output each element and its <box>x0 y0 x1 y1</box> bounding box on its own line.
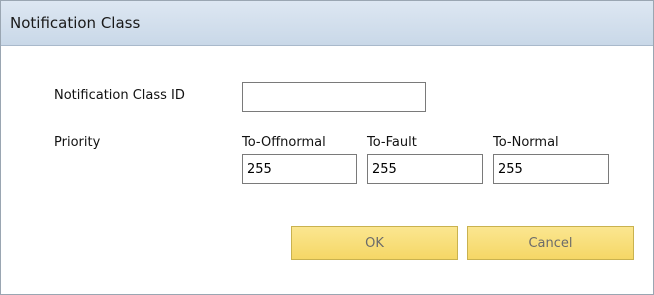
to-offnormal-priority-input[interactable] <box>242 154 357 184</box>
cancel-button[interactable]: Cancel <box>467 226 634 260</box>
to-fault-label: To-Fault <box>367 135 417 150</box>
notification-class-id-input[interactable] <box>242 82 426 112</box>
dialog-title: Notification Class <box>10 14 141 32</box>
notification-class-id-label: Notification Class ID <box>54 88 185 103</box>
to-normal-label: To-Normal <box>493 135 559 150</box>
notification-class-dialog: Notification Class Notification Class ID… <box>0 0 654 295</box>
ok-button[interactable]: OK <box>291 226 458 260</box>
to-fault-priority-input[interactable] <box>367 154 483 184</box>
to-offnormal-label: To-Offnormal <box>242 135 326 150</box>
dialog-title-bar[interactable]: Notification Class <box>1 1 653 46</box>
priority-label: Priority <box>54 135 101 150</box>
to-normal-priority-input[interactable] <box>493 154 609 184</box>
